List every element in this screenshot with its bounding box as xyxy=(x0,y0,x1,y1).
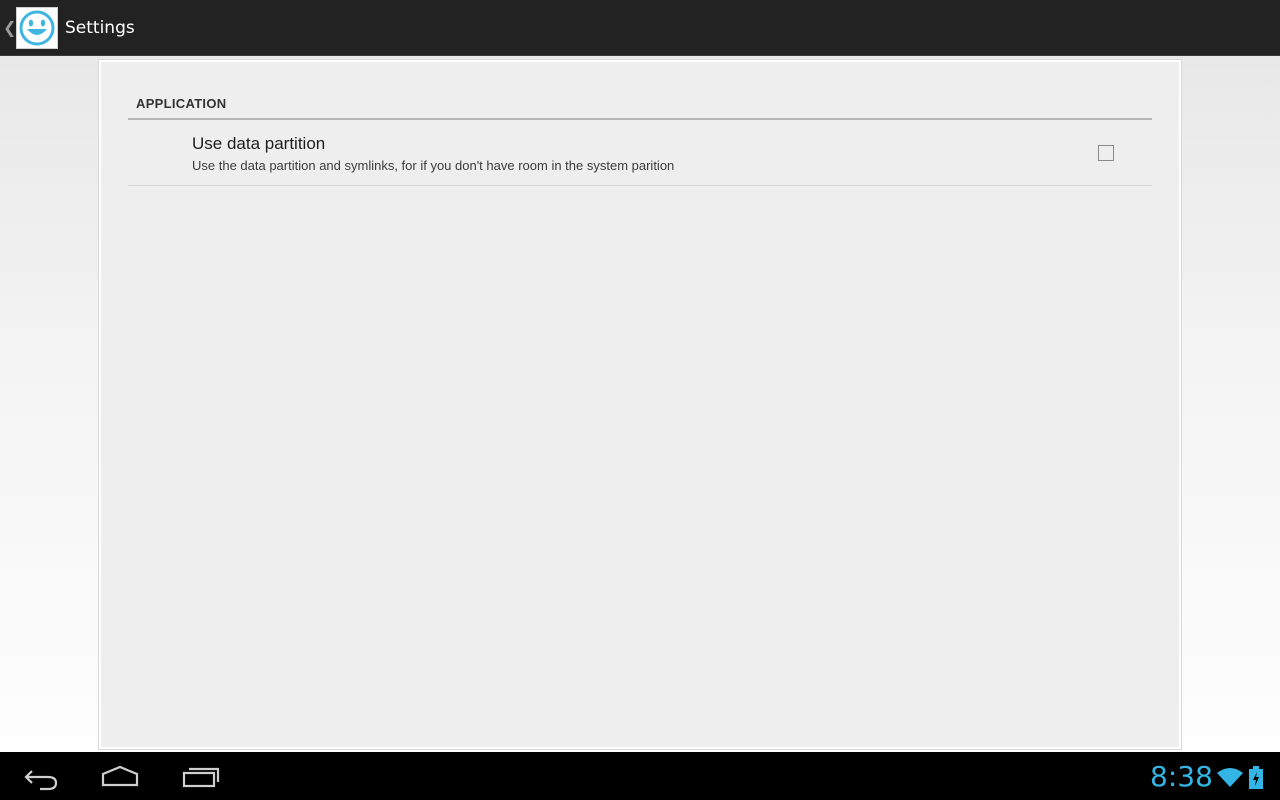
preference-use-data-partition[interactable]: Use data partition Use the data partitio… xyxy=(128,120,1152,186)
page-title: Settings xyxy=(65,18,135,38)
preferences-card: APPLICATION Use data partition Use the d… xyxy=(98,59,1182,750)
preference-divider xyxy=(128,185,1152,186)
recent-apps-icon[interactable] xyxy=(172,752,232,800)
battery-charging-icon xyxy=(1248,766,1264,794)
preference-summary: Use the data partition and symlinks, for… xyxy=(192,158,675,173)
use-data-partition-checkbox[interactable] xyxy=(1098,145,1114,161)
chevron-left-icon[interactable]: ❮ xyxy=(3,18,16,38)
preference-title: Use data partition xyxy=(192,134,326,153)
category-title: APPLICATION xyxy=(136,96,227,111)
wifi-icon xyxy=(1216,766,1244,794)
action-bar: ❮ Settings xyxy=(0,0,1280,56)
home-icon[interactable] xyxy=(90,752,150,800)
back-arrow-icon[interactable] xyxy=(10,752,70,800)
navigation-bar: 8:38 xyxy=(0,752,1280,800)
smiley-face-icon[interactable] xyxy=(16,7,58,49)
clock: 8:38 xyxy=(1150,760,1213,793)
